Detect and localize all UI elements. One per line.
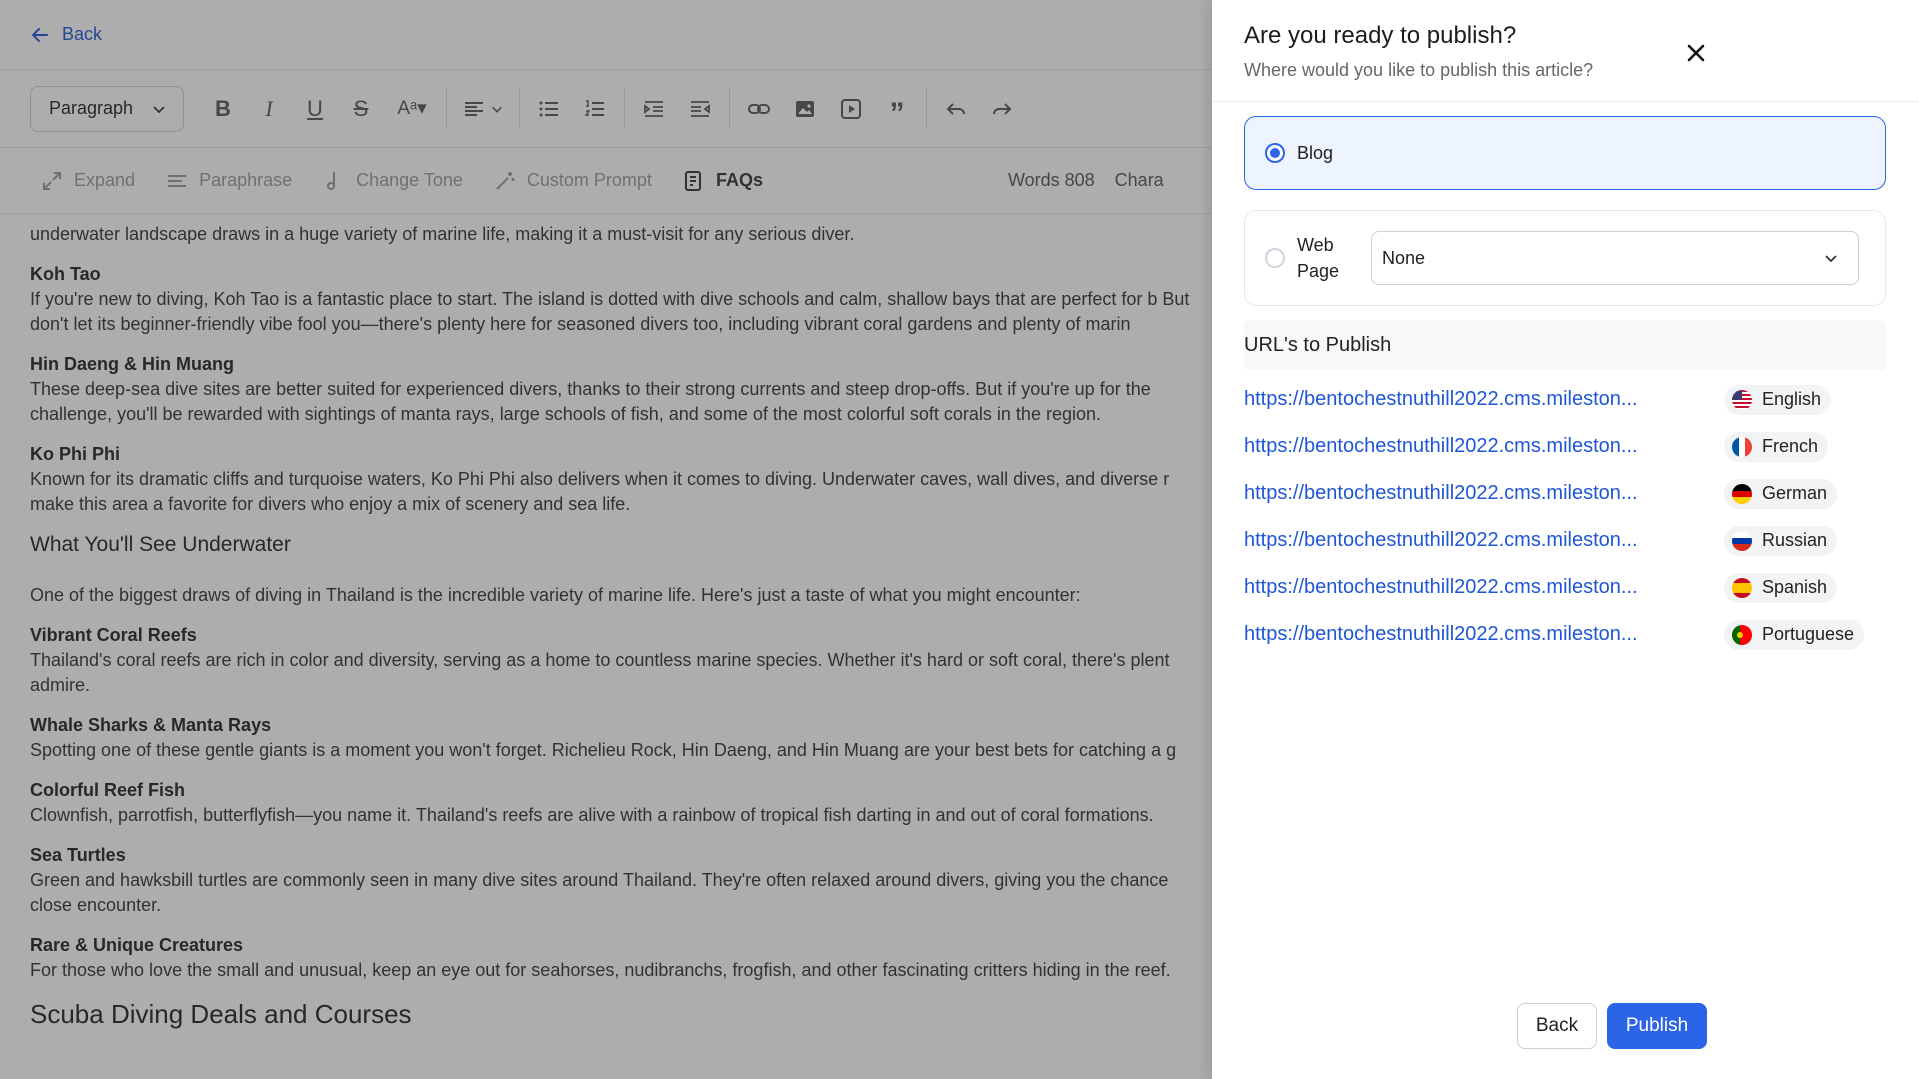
webpage-option-label: Web Page	[1297, 235, 1340, 281]
language-badge: Spanish	[1724, 572, 1838, 603]
modal-backdrop[interactable]	[0, 0, 1212, 1079]
url-list: https://bentochestnuthill2022.cms.milest…	[1244, 376, 1889, 658]
publish-panel-body: Blog Web Page None URL's to Publish http…	[1212, 102, 1889, 658]
publish-url-link[interactable]: https://bentochestnuthill2022.cms.milest…	[1244, 482, 1724, 505]
pt-flag-icon	[1732, 624, 1752, 645]
url-row: https://bentochestnuthill2022.cms.milest…	[1244, 423, 1889, 470]
fr-flag-icon	[1732, 436, 1752, 457]
ru-flag-icon	[1732, 530, 1752, 551]
publish-panel-footer: Back Publish	[1517, 1003, 1707, 1049]
language-label: English	[1762, 389, 1822, 409]
publish-option-blog[interactable]: Blog	[1244, 116, 1886, 190]
url-row: https://bentochestnuthill2022.cms.milest…	[1244, 611, 1889, 658]
blog-radio[interactable]	[1265, 143, 1285, 163]
publish-panel: Are you ready to publish? Where would yo…	[1212, 0, 1919, 1079]
language-badge: English	[1724, 384, 1832, 415]
language-label: German	[1762, 483, 1828, 503]
publish-url-link[interactable]: https://bentochestnuthill2022.cms.milest…	[1244, 576, 1724, 599]
es-flag-icon	[1732, 577, 1752, 598]
publish-panel-title: Are you ready to publish?	[1244, 22, 1517, 49]
publish-url-link[interactable]: https://bentochestnuthill2022.cms.milest…	[1244, 435, 1724, 458]
language-badge: German	[1724, 478, 1838, 509]
language-badge: Portuguese	[1724, 619, 1865, 650]
language-badge: French	[1724, 431, 1829, 462]
publish-panel-subtitle: Where would you like to publish this art…	[1244, 60, 1594, 80]
url-row: https://bentochestnuthill2022.cms.milest…	[1244, 517, 1889, 564]
language-badge: Russian	[1724, 525, 1838, 556]
language-label: Spanish	[1762, 577, 1828, 597]
url-row: https://bentochestnuthill2022.cms.milest…	[1244, 470, 1889, 517]
publish-url-link[interactable]: https://bentochestnuthill2022.cms.milest…	[1244, 529, 1724, 552]
language-label: French	[1762, 436, 1819, 456]
language-label: Portuguese	[1762, 624, 1855, 644]
publish-panel-header: Are you ready to publish? Where would yo…	[1212, 0, 1919, 102]
publish-url-link[interactable]: https://bentochestnuthill2022.cms.milest…	[1244, 388, 1724, 411]
close-button[interactable]	[1683, 40, 1709, 66]
close-icon	[1687, 44, 1705, 62]
language-label: Russian	[1762, 530, 1828, 550]
publish-url-link[interactable]: https://bentochestnuthill2022.cms.milest…	[1244, 623, 1724, 646]
publish-button[interactable]: Publish	[1607, 1003, 1707, 1049]
back-button[interactable]: Back	[1517, 1003, 1597, 1049]
publish-option-webpage[interactable]: Web Page None	[1244, 210, 1886, 306]
us-flag-icon	[1732, 389, 1752, 410]
blog-option-label: Blog	[1297, 142, 1334, 163]
webpage-select-value: None	[1382, 247, 1426, 268]
urls-heading: URL's to Publish	[1244, 320, 1886, 370]
chevron-down-icon	[1825, 255, 1837, 263]
url-row: https://bentochestnuthill2022.cms.milest…	[1244, 376, 1889, 423]
de-flag-icon	[1732, 483, 1752, 504]
url-row: https://bentochestnuthill2022.cms.milest…	[1244, 564, 1889, 611]
webpage-radio[interactable]	[1265, 248, 1285, 268]
webpage-select[interactable]: None	[1371, 231, 1859, 285]
